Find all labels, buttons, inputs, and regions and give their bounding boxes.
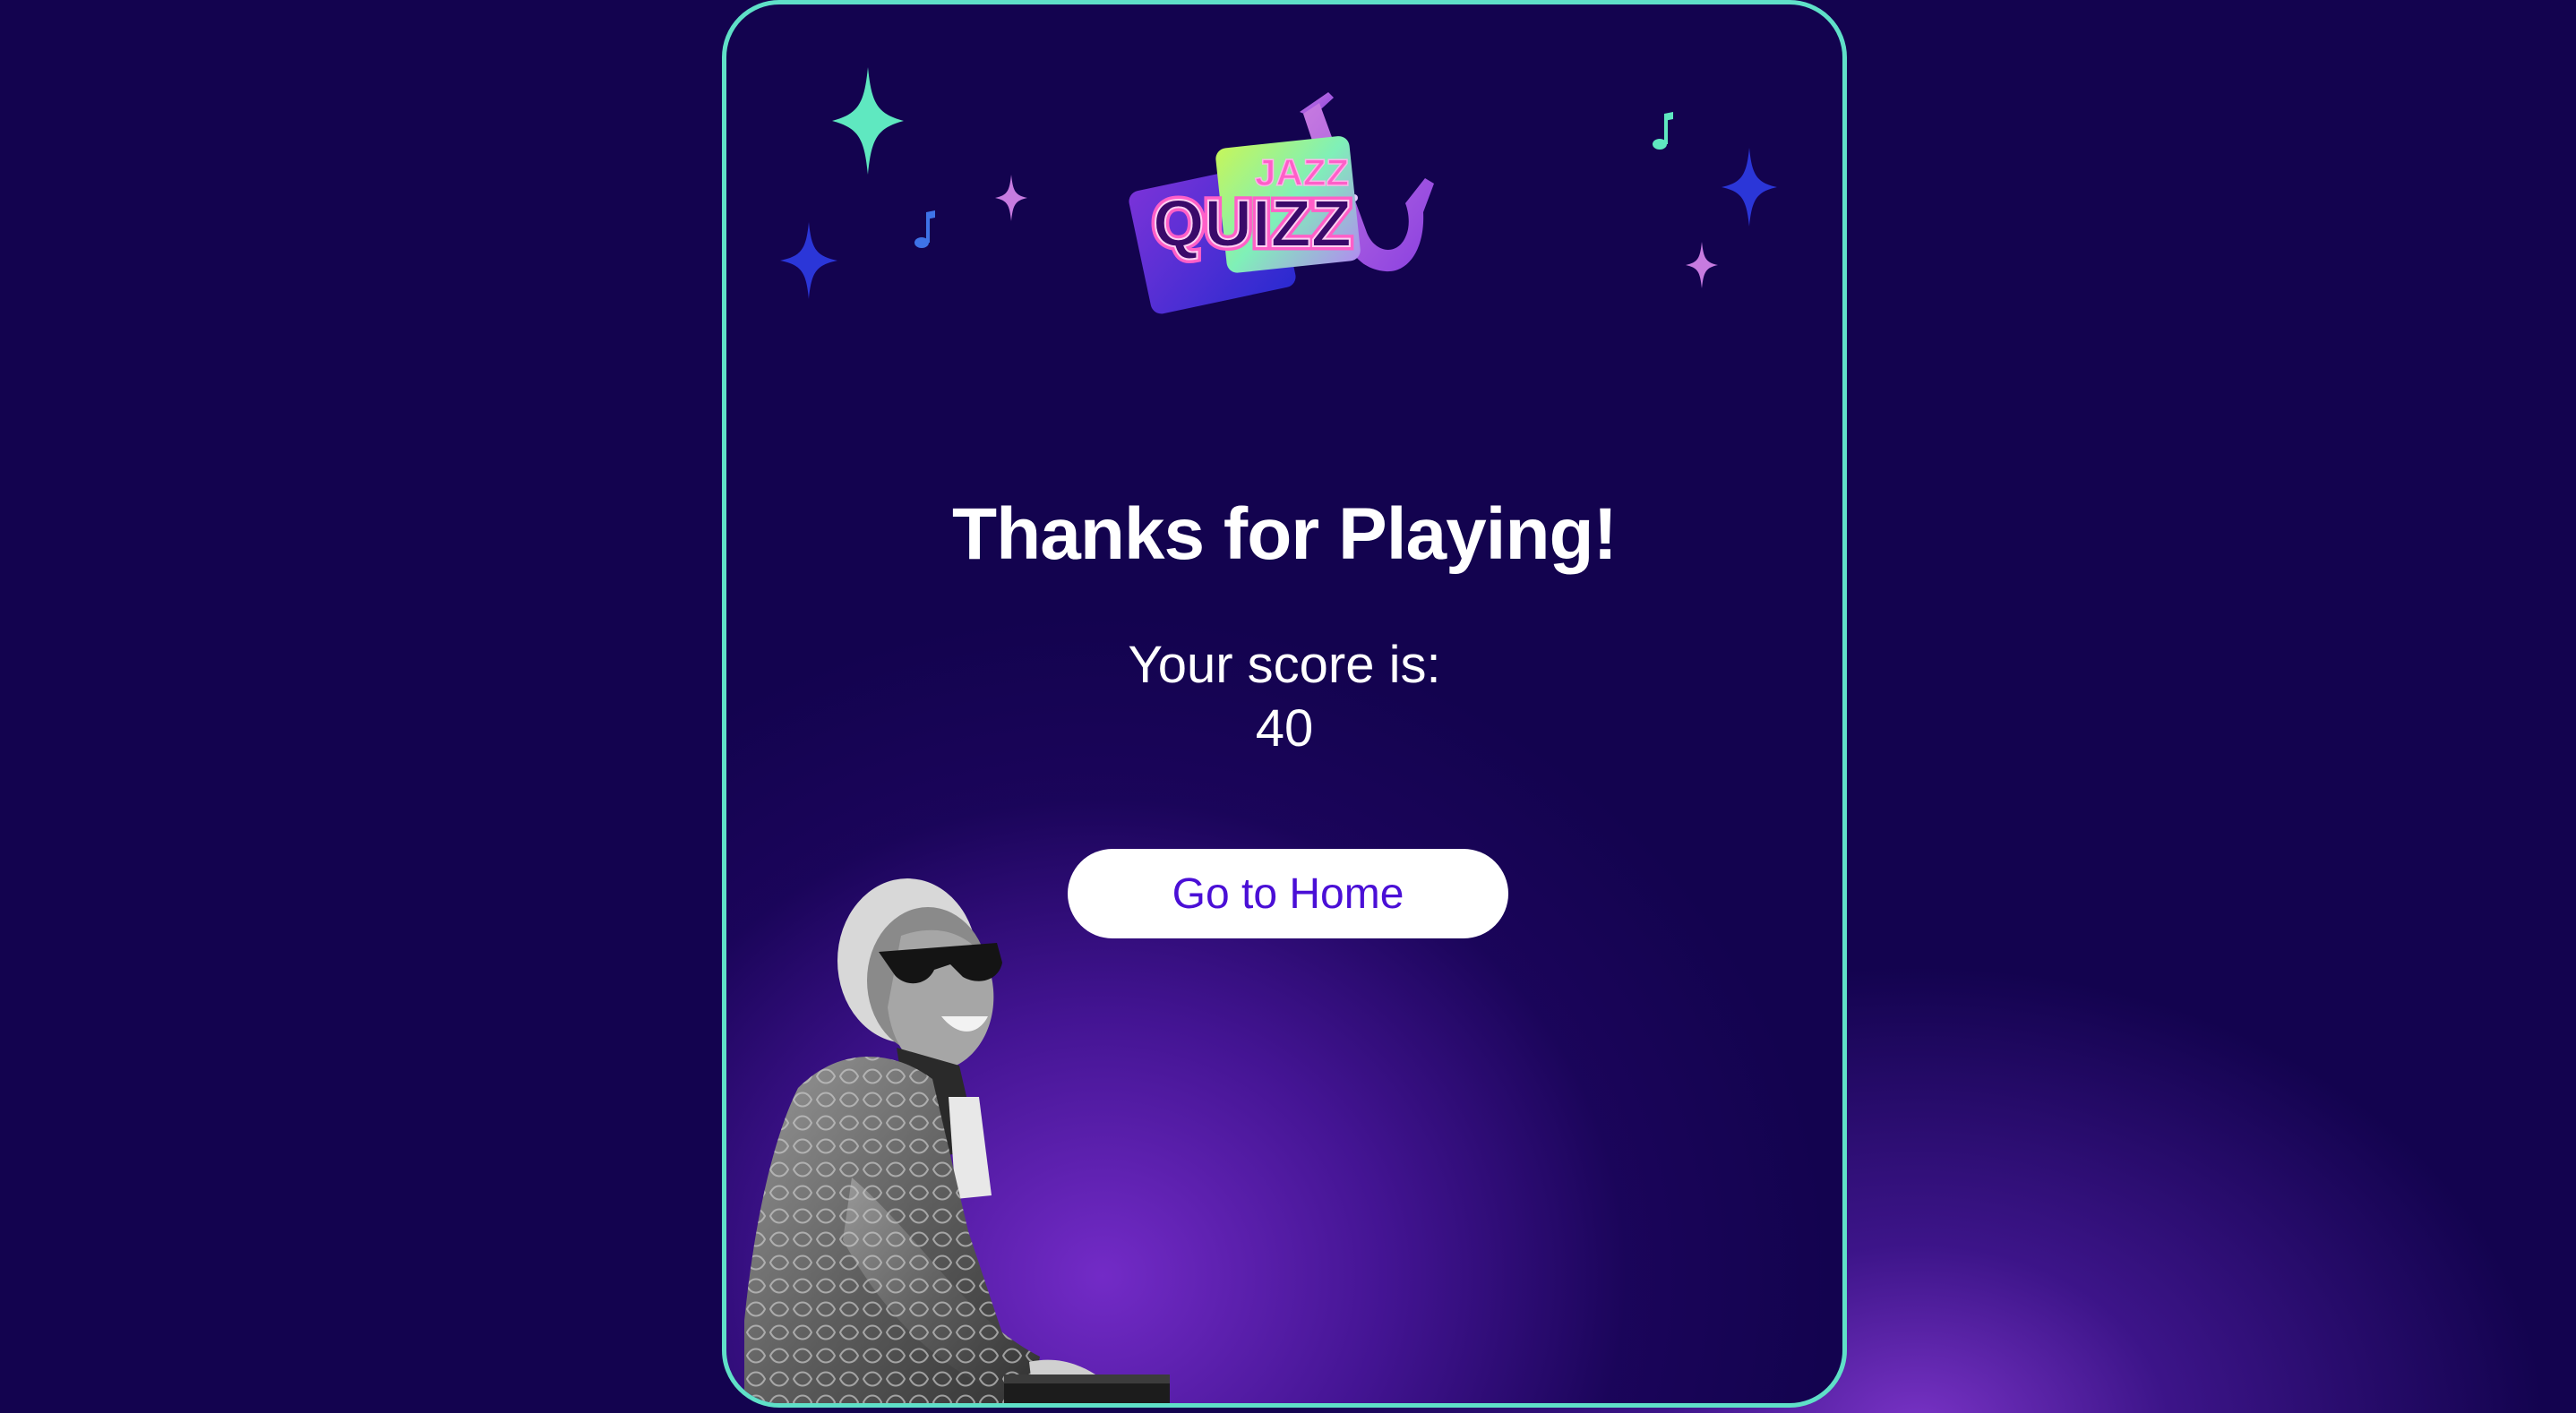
music-note-icon bbox=[1653, 112, 1673, 150]
logo-text-main: QUIZZ bbox=[1153, 186, 1352, 261]
music-note-icon bbox=[914, 210, 935, 248]
sparkle-icon bbox=[1722, 148, 1777, 227]
sparkle-icon bbox=[1686, 242, 1718, 288]
score-value: 40 bbox=[1255, 699, 1314, 758]
sparkle-icon bbox=[780, 222, 837, 299]
result-card: JAZZ QUIZZ QUIZZ Thanks for Playing! You… bbox=[722, 0, 1847, 1408]
musician-photo bbox=[744, 878, 1170, 1403]
sparkle-icon bbox=[995, 175, 1027, 221]
page-title: Thanks for Playing! bbox=[952, 493, 1618, 575]
jazz-quizz-logo: JAZZ QUIZZ QUIZZ bbox=[1121, 78, 1461, 320]
score-label: Your score is: bbox=[1128, 636, 1441, 694]
sparkle-icon bbox=[832, 67, 904, 175]
